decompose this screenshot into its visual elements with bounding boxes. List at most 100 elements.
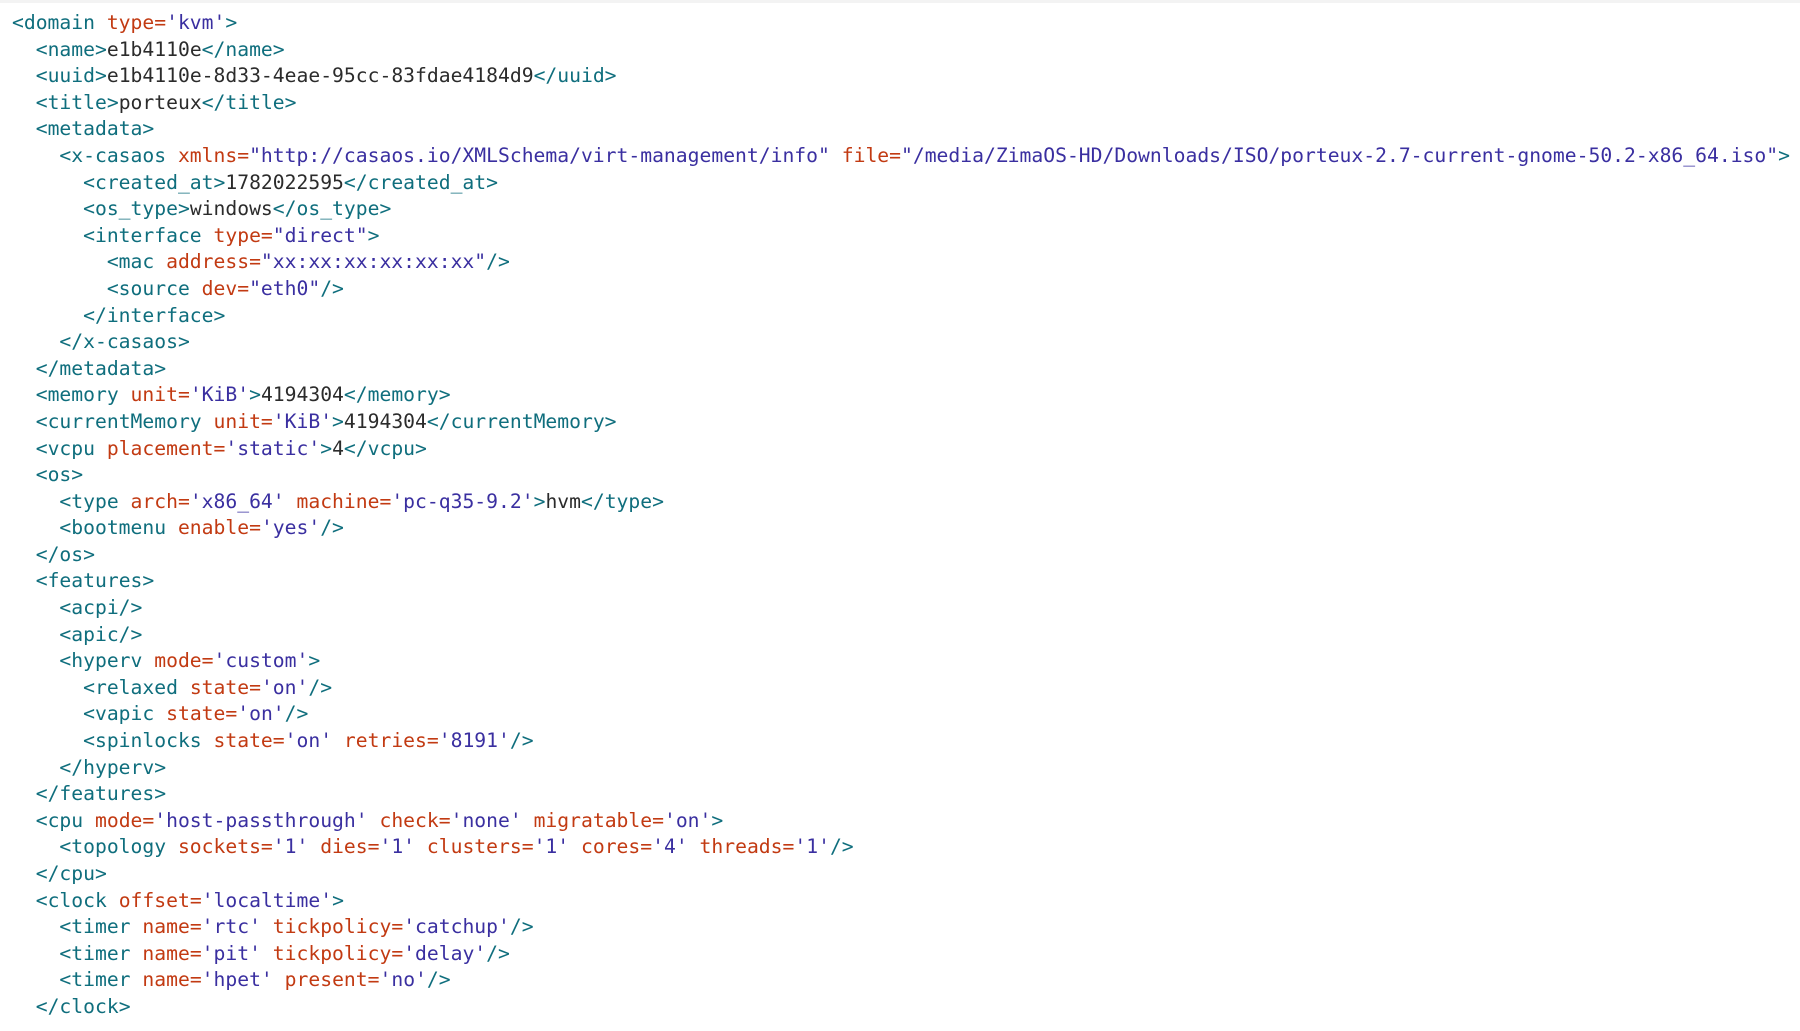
xml-tag-token: <vapic xyxy=(83,702,167,726)
xml-tag-token: </uuid> xyxy=(533,64,617,88)
top-edge-bar xyxy=(0,0,1800,3)
code-line: <relaxed state='on'/> xyxy=(12,675,1792,702)
xml-attribute-token: tickpolicy= xyxy=(272,941,404,965)
xml-tag-token: <spinlocks xyxy=(83,729,214,753)
code-line: <topology sockets='1' dies='1' clusters=… xyxy=(12,834,1792,861)
xml-value-token: '1' xyxy=(794,835,830,859)
code-line: <name>e1b4110e</name> xyxy=(12,37,1792,64)
xml-attribute-token: tickpolicy= xyxy=(272,915,404,939)
code-line: <uuid>e1b4110e-8d33-4eae-95cc-83fdae4184… xyxy=(12,63,1792,90)
xml-value-token: 'on' xyxy=(663,808,712,832)
xml-tag-token: <os> xyxy=(35,463,84,487)
xml-tag-token: /> xyxy=(509,915,534,939)
xml-value-token: 'custom' xyxy=(213,649,309,673)
xml-tag-token: > xyxy=(1778,143,1790,167)
code-line: </cpu> xyxy=(12,861,1792,888)
code-line: <apic/> xyxy=(12,622,1792,649)
xml-attribute-token: address= xyxy=(166,250,261,274)
xml-value-token: "/media/ZimaOS-HD/Downloads/ISO/porteux-… xyxy=(901,143,1779,167)
xml-attribute-token: cores= xyxy=(581,835,653,859)
code-line: <os> xyxy=(12,462,1792,489)
xml-tag-token: <title> xyxy=(35,90,119,114)
code-line: <mac address="xx:xx:xx:xx:xx:xx"/> xyxy=(12,249,1792,276)
xml-text-token xyxy=(308,835,320,858)
xml-attribute-token: mode= xyxy=(154,649,214,673)
xml-attribute-token: migratable= xyxy=(533,808,664,832)
xml-attribute-token: placement= xyxy=(106,436,226,460)
xml-attribute-token: xmlns= xyxy=(177,143,250,167)
code-line: <clock offset='localtime'> xyxy=(12,888,1792,915)
xml-tag-token: <topology xyxy=(59,835,178,859)
xml-attribute-token: check= xyxy=(379,808,451,832)
xml-text-token xyxy=(569,835,581,858)
xml-attribute-token: offset= xyxy=(118,888,202,912)
xml-tag-token: > xyxy=(332,888,344,912)
xml-value-token: '1' xyxy=(533,835,570,859)
xml-tag-token: /> xyxy=(829,835,854,859)
xml-code-view[interactable]: <domain type='kvm'> <name>e1b4110e</name… xyxy=(12,10,1792,1028)
xml-tag-token: > xyxy=(533,489,546,513)
code-line: <domain type='kvm'> xyxy=(12,10,1792,37)
xml-tag-token: </memory> xyxy=(343,383,451,407)
xml-tag-token: > xyxy=(308,649,321,673)
xml-value-token: 'yes' xyxy=(260,516,321,540)
xml-tag-token: /> xyxy=(486,250,510,274)
xml-value-token: 'delay' xyxy=(403,941,487,965)
xml-text-token xyxy=(522,809,534,832)
code-line: <type arch='x86_64' machine='pc-q35-9.2'… xyxy=(12,489,1792,516)
xml-value-token: '4' xyxy=(652,835,688,859)
xml-value-token: 'hpet' xyxy=(201,968,273,992)
xml-tag-token: <created_at> xyxy=(83,170,226,194)
xml-tag-token: </interface> xyxy=(83,303,226,327)
xml-tag-token: /> xyxy=(486,941,510,965)
xml-text-token xyxy=(273,968,285,991)
code-line: <currentMemory unit='KiB'>4194304</curre… xyxy=(12,409,1792,436)
xml-attribute-token: mode= xyxy=(94,808,155,832)
xml-tag-token: </type> xyxy=(581,489,664,513)
xml-attribute-token: arch= xyxy=(130,489,190,513)
xml-tag-token: <bootmenu xyxy=(59,516,178,540)
xml-tag-token: > xyxy=(367,223,380,247)
xml-attribute-token: file= xyxy=(841,143,901,167)
xml-attribute-token: clusters= xyxy=(426,835,534,859)
xml-tag-token: <timer xyxy=(59,915,143,939)
xml-tag-token: <metadata> xyxy=(35,117,155,141)
xml-tag-token: <clock xyxy=(35,888,119,912)
code-line: </features> xyxy=(12,781,1792,808)
xml-value-token: 'on' xyxy=(260,675,309,699)
code-line: <spinlocks state='on' retries='8191'/> xyxy=(12,728,1792,755)
xml-tag-token: <relaxed xyxy=(83,675,190,699)
xml-value-token: 'on' xyxy=(284,729,333,753)
xml-attribute-token: name= xyxy=(142,968,202,992)
code-line: </interface> xyxy=(12,303,1792,330)
xml-tag-token: /> xyxy=(284,702,309,726)
xml-text-token: 4194304 xyxy=(343,409,427,433)
xml-value-token: 'kvm' xyxy=(166,11,226,34)
xml-text-token xyxy=(261,915,273,938)
xml-tag-token: </features> xyxy=(35,782,167,806)
xml-value-token: "direct" xyxy=(272,223,368,247)
xml-value-token: 'catchup' xyxy=(403,915,510,939)
xml-attribute-token: machine= xyxy=(296,489,392,513)
xml-tag-token: <currentMemory xyxy=(35,409,214,433)
xml-value-token: '1' xyxy=(379,835,416,859)
xml-text-token: 1782022595 xyxy=(225,170,344,194)
